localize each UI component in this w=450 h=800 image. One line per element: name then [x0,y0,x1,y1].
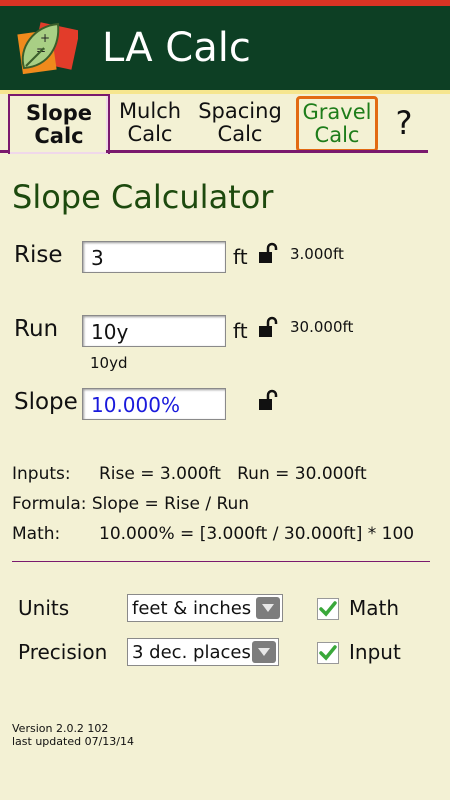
check-icon [319,601,337,617]
math-line: Math: 10.000% = [3.000ft / 30.000ft] * 10… [12,524,414,544]
precision-select[interactable]: 3 dec. places [127,638,279,666]
tab-label-line1: Spacing [198,99,282,123]
formula-label: Formula: [12,494,87,514]
tab-mulch-calc[interactable]: Mulch Calc [112,96,188,150]
chevron-down-icon [256,597,280,619]
unlock-icon[interactable] [258,242,280,264]
tab-label-line2: Calc [127,122,173,146]
rise-computed: 3.000ft [290,245,344,263]
tab-label-line2: Calc [217,122,263,146]
rise-input[interactable]: 3 [82,241,226,273]
run-hint: 10yd [90,354,128,372]
tab-underline [0,150,10,153]
inputs-line: Inputs: Rise = 3.000ft Run = 30.000ft [12,464,367,484]
slope-label: Slope [14,389,78,415]
slope-output[interactable]: 10.000% [82,388,226,420]
tab-label-line2: Calc [34,124,84,148]
check-icon [319,645,337,661]
app-title: LA Calc [102,25,251,71]
run-computed: 30.000ft [290,318,354,336]
math-checkbox[interactable] [317,598,339,620]
page-title: Slope Calculator [12,178,274,216]
rise-label: Rise [14,242,63,268]
tab-label-line2: Calc [314,123,360,147]
math-text: 10.000% = [3.000ft / 30.000ft] * 100 [99,524,415,544]
run-label: Run [14,316,59,342]
run-unit: ft [233,319,248,343]
chevron-down-icon [252,641,276,663]
unlock-icon[interactable] [258,316,280,338]
tab-help[interactable]: ? [386,96,422,150]
divider [12,561,430,562]
math-label: Math: [12,524,61,544]
rise-unit: ft [233,245,248,269]
inputs-label: Inputs: [12,464,71,484]
tab-label-line1: Gravel [302,100,372,124]
tab-slope-calc[interactable]: Slope Calc [8,94,110,154]
tab-bar: Slope Calc Mulch Calc Spacing Calc Gravel Ca… [0,94,450,154]
help-label: ? [395,103,413,142]
input-check-label: Input [349,640,401,664]
tab-underline [106,150,428,153]
math-check-label: Math [349,596,400,620]
tab-label-line1: Slope [25,101,93,125]
calculator-leaf-icon: + = [17,22,78,75]
app-bar: + = LA Calc [0,6,450,90]
formula-text: Slope = Rise / Run [91,494,250,514]
units-select[interactable]: feet & inches [127,594,283,622]
input-checkbox[interactable] [317,642,339,664]
last-updated-line: last updated 07/13/14 [12,735,134,748]
formula-line: Formula: Slope = Rise / Run [12,494,249,514]
unlock-icon[interactable] [258,389,280,411]
precision-label: Precision [18,640,108,664]
units-value: feet & inches [132,598,252,619]
version-info: Version 2.0.2 102 last updated 07/13/14 [12,722,134,748]
tab-label-line1: Mulch [118,99,182,123]
tab-spacing-calc[interactable]: Spacing Calc [194,96,286,150]
precision-value: 3 dec. places [132,642,251,663]
run-input[interactable]: 10y [82,315,226,347]
tab-gravel-calc[interactable]: Gravel Calc [296,96,378,152]
units-label: Units [18,596,70,620]
version-line: Version 2.0.2 102 [12,722,109,735]
inputs-text: Rise = 3.000ft Run = 30.000ft [99,464,367,484]
